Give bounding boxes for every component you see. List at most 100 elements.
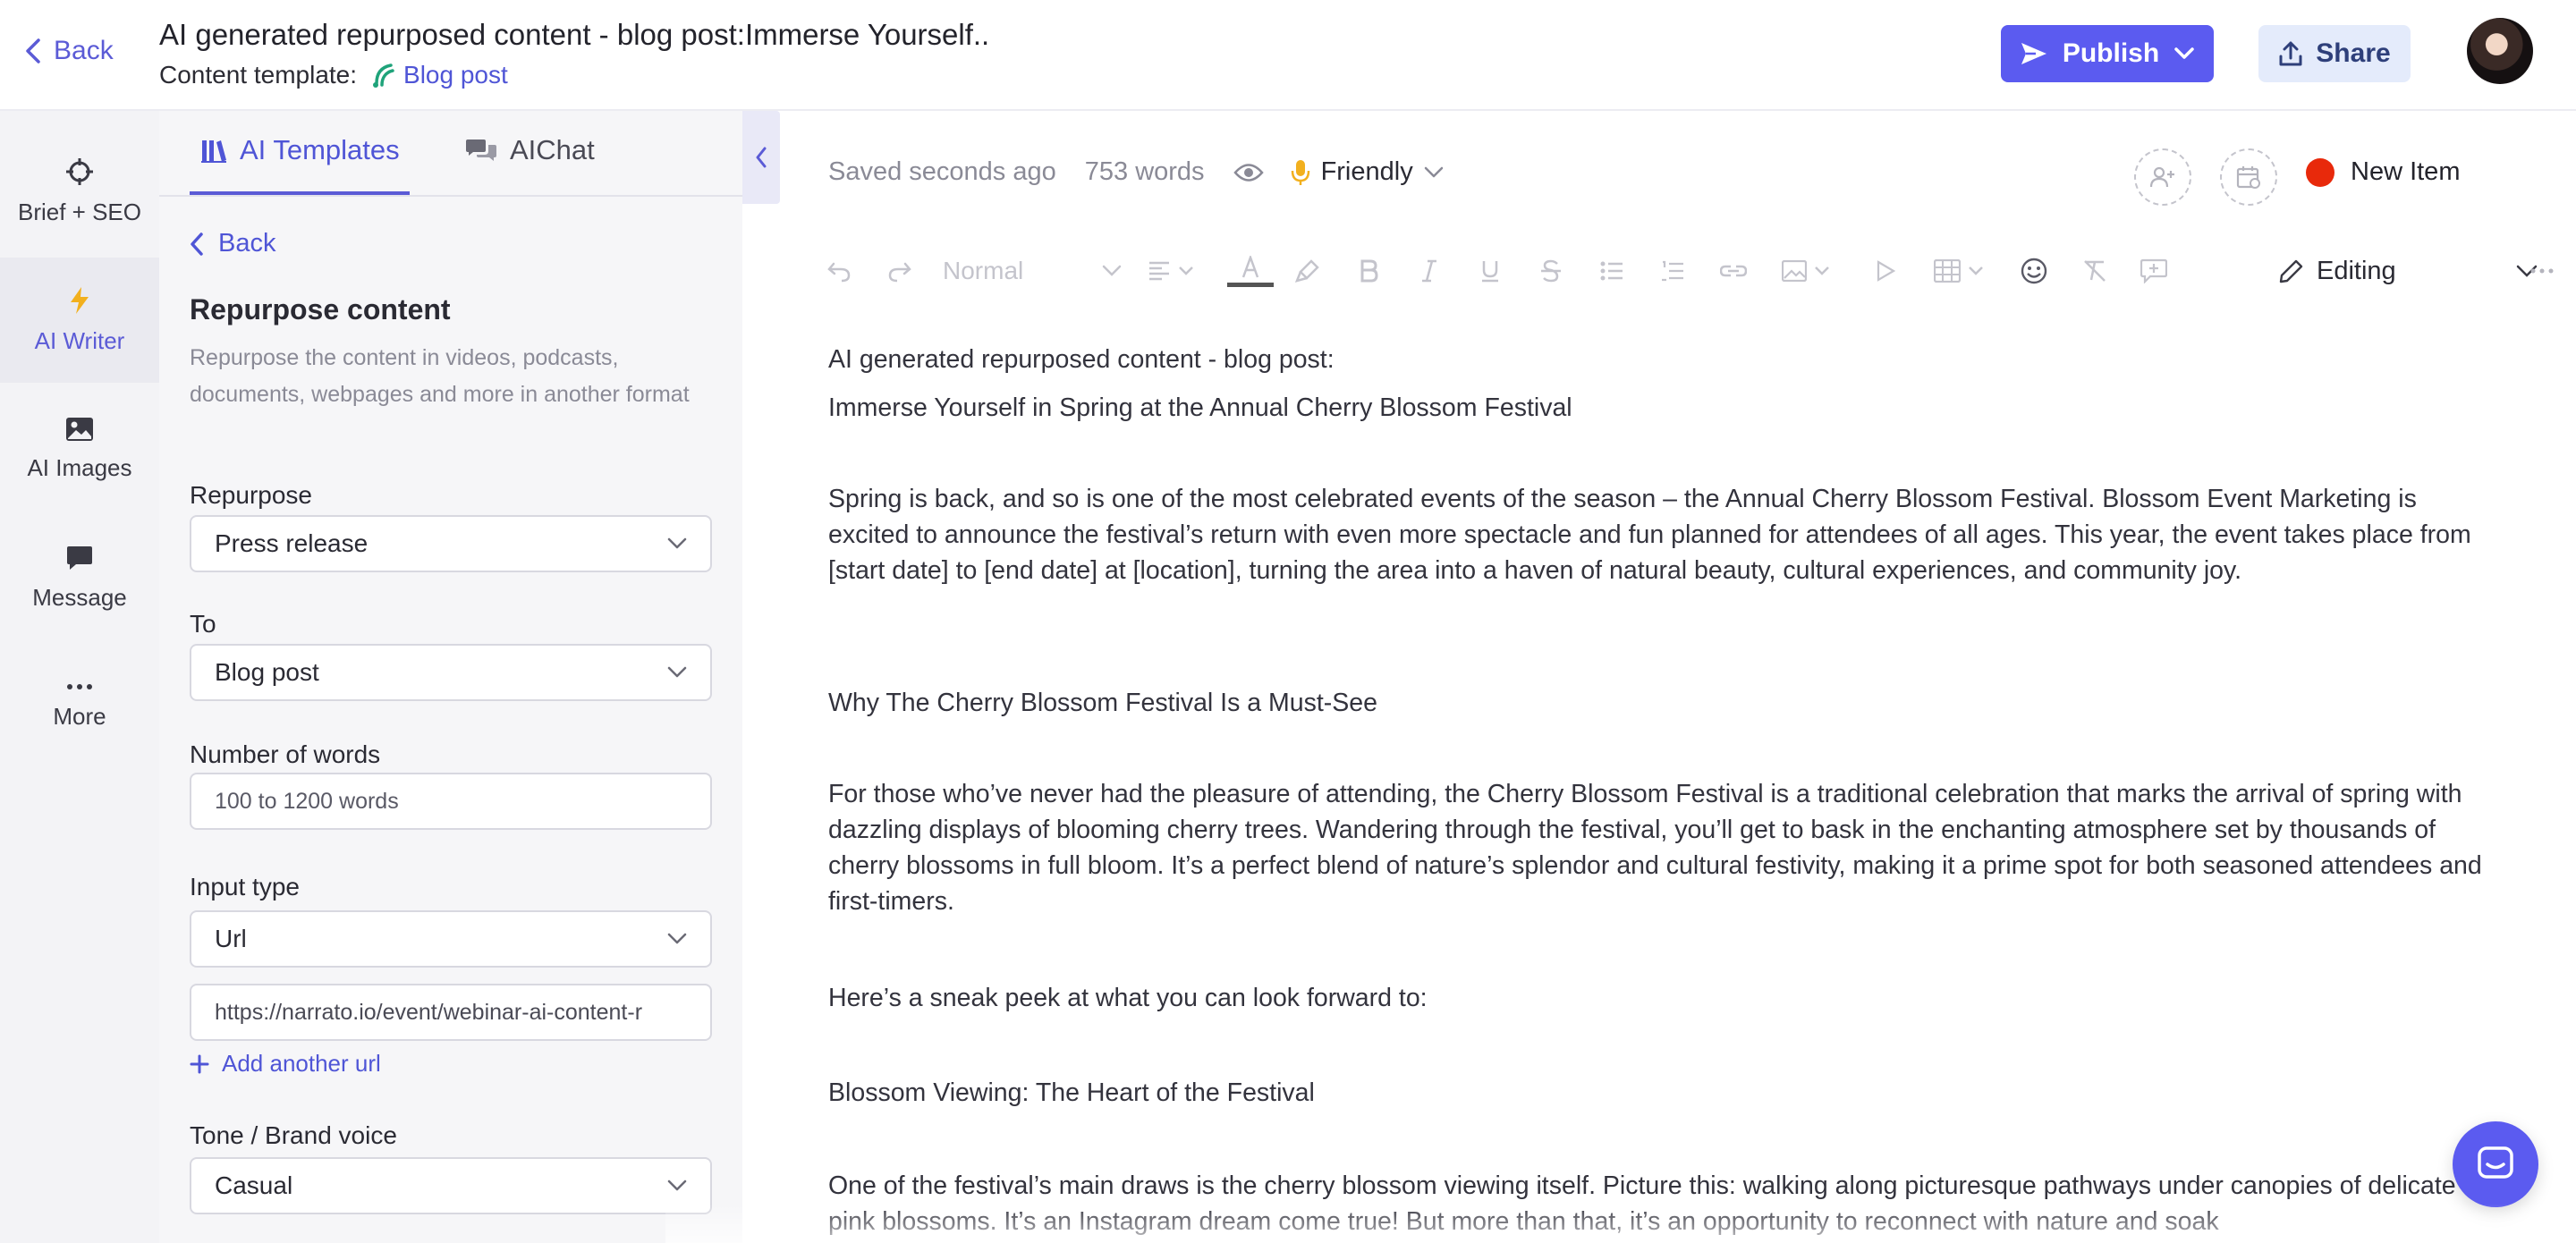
rail-item-ai-images[interactable]: AI Images xyxy=(0,386,159,512)
url-input[interactable] xyxy=(190,984,712,1041)
content-paragraph: For those who’ve never had the pleasure … xyxy=(828,780,2482,916)
panel-tabs: AI Templates AIChat xyxy=(159,111,742,197)
add-user-icon xyxy=(2149,165,2176,189)
chevron-left-icon xyxy=(190,232,204,256)
input-type-select[interactable]: Url xyxy=(190,910,712,968)
stage-status-dot xyxy=(2306,157,2334,187)
tone-value: Casual xyxy=(215,1171,293,1199)
share-button[interactable]: Share xyxy=(2258,25,2411,82)
play-icon xyxy=(1876,260,1895,282)
numbered-list-button[interactable] xyxy=(1655,243,1690,299)
insert-video-button[interactable] xyxy=(1868,243,1903,299)
content-paragraph: Here’s a sneak peek at what you can look… xyxy=(828,984,1428,1012)
chevron-down-icon xyxy=(1814,266,1830,276)
stage-label: New Item xyxy=(2351,157,2461,186)
crosshair-icon xyxy=(65,157,94,186)
template-icon xyxy=(371,62,396,89)
emoji-button[interactable] xyxy=(2016,243,2052,299)
to-label: To xyxy=(190,610,216,638)
tone-selector[interactable]: Friendly xyxy=(1291,157,1444,187)
text-color-icon xyxy=(1239,255,1262,279)
image-icon xyxy=(65,417,94,442)
insert-table-button[interactable] xyxy=(1925,243,1993,299)
text-color-swatch xyxy=(1227,282,1274,287)
number-of-words-input[interactable] xyxy=(190,773,712,830)
saved-status: Saved seconds ago xyxy=(828,157,1056,186)
chevron-down-icon xyxy=(1102,265,1122,277)
bold-icon xyxy=(1359,259,1378,283)
rail-label: More xyxy=(53,702,106,730)
back-button[interactable]: Back xyxy=(25,36,114,66)
clear-format-button[interactable] xyxy=(2077,243,2113,299)
input-type-label: Input type xyxy=(190,873,300,901)
eye-icon[interactable] xyxy=(1233,163,1264,182)
undo-button[interactable] xyxy=(821,243,857,299)
rail-item-message[interactable]: Message xyxy=(0,515,159,640)
table-icon xyxy=(1934,259,1961,283)
add-another-url-button[interactable]: Add another url xyxy=(190,1050,381,1078)
panel-back-button[interactable]: Back xyxy=(190,229,275,258)
bullet-list-icon xyxy=(1600,260,1623,282)
align-button[interactable] xyxy=(1140,243,1202,299)
rail-item-brief-seo[interactable]: Brief + SEO xyxy=(0,129,159,254)
lightning-icon xyxy=(68,286,91,315)
bold-button[interactable] xyxy=(1351,243,1386,299)
tone-label: Tone / Brand voice xyxy=(190,1121,397,1149)
editor-status-row: Saved seconds ago 753 words Friendly xyxy=(828,157,1444,187)
template-title: Repurpose content xyxy=(190,293,451,326)
support-chat-button[interactable] xyxy=(2453,1121,2538,1207)
strikethrough-button[interactable] xyxy=(1533,243,1569,299)
microphone-icon xyxy=(1291,158,1310,187)
to-select[interactable]: Blog post xyxy=(190,644,712,701)
schedule-button[interactable] xyxy=(2220,148,2277,206)
content-template-link[interactable]: Blog post xyxy=(371,61,508,89)
template-description: Repurpose the content in videos, podcast… xyxy=(190,345,690,407)
underline-icon xyxy=(1480,259,1500,283)
more-options-button[interactable] xyxy=(2524,243,2560,299)
document-title: AI generated repurposed content - blog p… xyxy=(159,18,990,51)
italic-button[interactable] xyxy=(1411,243,1447,299)
tab-label: AIChat xyxy=(510,134,595,165)
more-dots-icon xyxy=(66,683,93,690)
link-button[interactable] xyxy=(1716,243,1751,299)
collapse-panel-button[interactable] xyxy=(742,111,780,204)
add-url-label: Add another url xyxy=(222,1050,381,1077)
add-user-button[interactable] xyxy=(2134,148,2191,206)
tone-select[interactable]: Casual xyxy=(190,1157,712,1214)
redo-button[interactable] xyxy=(882,243,918,299)
repurpose-select[interactable]: Press release xyxy=(190,515,712,572)
workflow-stage[interactable]: New Item xyxy=(2306,157,2460,187)
editing-mode-label: Editing xyxy=(2317,256,2396,285)
align-left-icon xyxy=(1148,260,1171,282)
chevron-down-icon xyxy=(1178,266,1194,276)
comment-button[interactable] xyxy=(2136,243,2172,299)
tab-aichat[interactable]: AIChat xyxy=(465,134,595,166)
chevron-down-icon xyxy=(667,933,687,945)
chevron-left-icon xyxy=(755,147,767,168)
highlighter-icon xyxy=(1295,258,1320,283)
chevron-down-icon xyxy=(2174,47,2195,61)
text-color-button[interactable] xyxy=(1225,243,1275,299)
tab-ai-templates[interactable]: AI Templates xyxy=(200,134,400,166)
upload-icon xyxy=(2278,40,2303,67)
rail-label: Brief + SEO xyxy=(18,198,141,225)
editing-mode-select[interactable]: Editing xyxy=(2279,243,2538,299)
undo-icon xyxy=(826,258,852,283)
plus-icon xyxy=(190,1054,209,1074)
bullet-list-button[interactable] xyxy=(1594,243,1630,299)
clear-format-icon xyxy=(2082,258,2107,283)
paragraph-style-select[interactable]: Normal xyxy=(943,243,1122,299)
repurpose-label: Repurpose xyxy=(190,481,312,509)
rail-item-more[interactable]: More xyxy=(0,644,159,769)
avatar[interactable] xyxy=(2467,18,2533,84)
emoji-icon xyxy=(2021,258,2047,284)
redo-icon xyxy=(887,258,912,283)
top-header: Back AI generated repurposed content - b… xyxy=(0,0,2576,111)
highlight-button[interactable] xyxy=(1290,243,1326,299)
publish-button[interactable]: Publish xyxy=(2001,25,2214,82)
insert-image-button[interactable] xyxy=(1775,243,1837,299)
chevron-down-icon xyxy=(667,537,687,550)
content-paragraph: One of the festival’s main draws is the … xyxy=(828,1171,2456,1236)
underline-button[interactable] xyxy=(1472,243,1508,299)
rail-item-ai-writer[interactable]: AI Writer xyxy=(0,258,159,383)
